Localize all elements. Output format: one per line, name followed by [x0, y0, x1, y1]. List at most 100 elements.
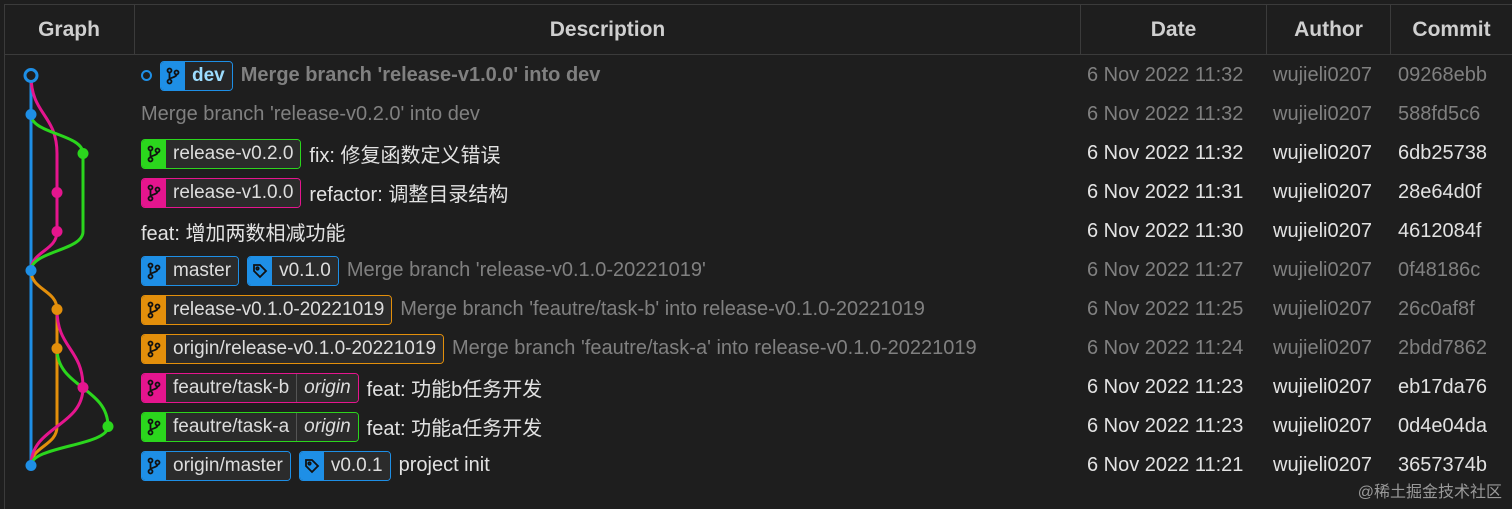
- branch-label[interactable]: feautre/task-b origin: [141, 372, 359, 403]
- branch-icon: [142, 334, 166, 363]
- branch-name: release-v0.1.0-20221019: [166, 295, 392, 324]
- watermark: @稀土掘金技术社区: [1357, 484, 1502, 501]
- branch-name: release-v0.2.0: [166, 139, 301, 168]
- branch-icon: [142, 295, 166, 324]
- branch-label[interactable]: origin/master: [141, 450, 291, 481]
- commit-row[interactable]: release-v0.1.0-20221019 Merge branch 'fea…: [0, 290, 1512, 329]
- commit-date: 6 Nov 2022 11:27: [1087, 259, 1244, 281]
- commit-hash: 2bdd7862: [1398, 337, 1487, 359]
- header-date[interactable]: Date: [1081, 5, 1267, 54]
- commit-hash: 4612084f: [1398, 220, 1482, 242]
- commit-row[interactable]: feautre/task-b origin feat: 功能b任务开发 6 Nov 2…: [0, 368, 1512, 407]
- commit-author: wujieli0207: [1273, 415, 1372, 437]
- commit-message: fix: 修复函数定义错误: [309, 145, 501, 167]
- commit-row[interactable]: origin/master v0.0.1 project init 6 Nov 202…: [0, 446, 1512, 485]
- tag-name: v0.1.0: [272, 256, 338, 285]
- head-indicator-icon: [141, 70, 152, 81]
- commit-message: Merge branch 'feautre/task-a' into relea…: [452, 337, 977, 359]
- commit-author: wujieli0207: [1273, 259, 1372, 281]
- branch-label[interactable]: release-v0.2.0: [141, 138, 302, 169]
- commit-row[interactable]: origin/release-v0.1.0-20221019 Merge bran…: [0, 329, 1512, 368]
- remote-name: origin: [296, 412, 358, 441]
- commit-description: dev Merge branch 'release-v1.0.0' into de…: [141, 56, 600, 95]
- branch-label[interactable]: master: [141, 255, 240, 286]
- commit-author: wujieli0207: [1273, 181, 1372, 203]
- commit-description: release-v0.1.0-20221019 Merge branch 'fea…: [141, 290, 925, 329]
- commit-author: wujieli0207: [1273, 298, 1372, 320]
- branch-icon: [142, 139, 166, 168]
- commit-date: 6 Nov 2022 11:24: [1087, 337, 1244, 359]
- commit-message: Merge branch 'release-v1.0.0' into dev: [240, 64, 601, 86]
- commit-row[interactable]: master v0.1.0 Merge branch 'release-v0.1.0…: [0, 251, 1512, 290]
- commit-hash: 0f48186c: [1398, 259, 1481, 281]
- branch-name: origin/release-v0.1.0-20221019: [166, 334, 444, 363]
- branch-name: release-v1.0.0: [166, 178, 301, 207]
- branch-icon: [142, 412, 166, 441]
- commit-author: wujieli0207: [1273, 142, 1372, 164]
- column-header: Graph Description Date Author Commit: [4, 5, 1512, 55]
- branch-label[interactable]: release-v1.0.0: [141, 177, 302, 208]
- commit-description: Merge branch 'release-v0.2.0' into dev: [141, 95, 480, 134]
- commit-row[interactable]: feat: 增加两数相减功能 6 Nov 2022 11:30 wujieli020…: [0, 212, 1512, 251]
- commit-message: project init: [398, 454, 490, 476]
- commit-row[interactable]: Merge branch 'release-v0.2.0' into dev 6 …: [0, 95, 1512, 134]
- commit-date: 6 Nov 2022 11:21: [1087, 454, 1244, 476]
- commit-author: wujieli0207: [1273, 64, 1372, 86]
- branch-name: master: [166, 256, 239, 285]
- tag-label[interactable]: v0.1.0: [247, 255, 339, 286]
- commit-hash: 588fd5c6: [1398, 103, 1481, 125]
- commit-row[interactable]: feautre/task-a origin feat: 功能a任务开发 6 Nov 2…: [0, 407, 1512, 446]
- branch-label[interactable]: feautre/task-a origin: [141, 411, 359, 442]
- branch-label[interactable]: dev: [160, 60, 233, 91]
- tag-name: v0.0.1: [323, 451, 390, 480]
- branch-name: origin/master: [166, 451, 290, 480]
- branch-name: feautre/task-a: [166, 412, 297, 441]
- commit-row[interactable]: release-v1.0.0 refactor: 调整目录结构 6 Nov 2022…: [0, 173, 1512, 212]
- commit-author: wujieli0207: [1273, 337, 1372, 359]
- commit-hash: 6db25738: [1398, 142, 1487, 164]
- remote-name: origin: [296, 373, 358, 402]
- commit-message: feat: 功能a任务开发: [366, 418, 543, 440]
- header-description[interactable]: Description: [135, 5, 1081, 54]
- commit-date: 6 Nov 2022 11:32: [1087, 142, 1244, 164]
- branch-label[interactable]: origin/release-v0.1.0-20221019: [141, 333, 445, 364]
- commit-description: origin/master v0.0.1 project init: [141, 446, 490, 485]
- branch-icon: [161, 61, 185, 90]
- commit-author: wujieli0207: [1273, 103, 1372, 125]
- commit-date: 6 Nov 2022 11:25: [1087, 298, 1244, 320]
- commit-date: 6 Nov 2022 11:32: [1087, 64, 1244, 86]
- commit-hash: 0d4e04da: [1398, 415, 1487, 437]
- tag-label[interactable]: v0.0.1: [298, 450, 391, 481]
- commit-date: 6 Nov 2022 11:31: [1087, 181, 1244, 203]
- commit-message: Merge branch 'release-v0.2.0' into dev: [141, 103, 480, 125]
- commit-hash: 28e64d0f: [1398, 181, 1482, 203]
- commit-date: 6 Nov 2022 11:32: [1087, 103, 1244, 125]
- header-author[interactable]: Author: [1267, 5, 1391, 54]
- commit-message: feat: 增加两数相减功能: [141, 223, 346, 245]
- commit-description: release-v1.0.0 refactor: 调整目录结构: [141, 173, 508, 212]
- commit-description: master v0.1.0 Merge branch 'release-v0.1.0…: [141, 251, 706, 290]
- branch-icon: [142, 256, 166, 285]
- commit-date: 6 Nov 2022 11:23: [1087, 376, 1244, 398]
- branch-label[interactable]: release-v0.1.0-20221019: [141, 294, 393, 325]
- commit-message: feat: 功能b任务开发: [366, 379, 543, 401]
- commit-message: Merge branch 'release-v0.1.0-20221019': [346, 259, 706, 281]
- commit-row[interactable]: release-v0.2.0 fix: 修复函数定义错误 6 Nov 2022 11…: [0, 134, 1512, 173]
- branch-icon: [142, 178, 166, 207]
- branch-icon: [142, 451, 166, 480]
- commit-row[interactable]: dev Merge branch 'release-v1.0.0' into de…: [0, 56, 1512, 95]
- commit-date: 6 Nov 2022 11:23: [1087, 415, 1244, 437]
- tag-icon: [248, 256, 273, 285]
- commit-description: feat: 增加两数相减功能: [141, 212, 345, 251]
- commit-message: refactor: 调整目录结构: [309, 184, 509, 206]
- commit-author: wujieli0207: [1273, 376, 1372, 398]
- commit-description: feautre/task-b origin feat: 功能b任务开发: [141, 368, 542, 407]
- branch-icon: [142, 373, 166, 402]
- commit-hash: 09268ebb: [1398, 64, 1487, 86]
- commit-hash: 26c0af8f: [1398, 298, 1475, 320]
- commit-description: release-v0.2.0 fix: 修复函数定义错误: [141, 134, 501, 173]
- commit-date: 6 Nov 2022 11:30: [1087, 220, 1244, 242]
- commit-author: wujieli0207: [1273, 220, 1372, 242]
- commit-hash: eb17da76: [1398, 376, 1487, 398]
- header-commit[interactable]: Commit: [1391, 5, 1512, 54]
